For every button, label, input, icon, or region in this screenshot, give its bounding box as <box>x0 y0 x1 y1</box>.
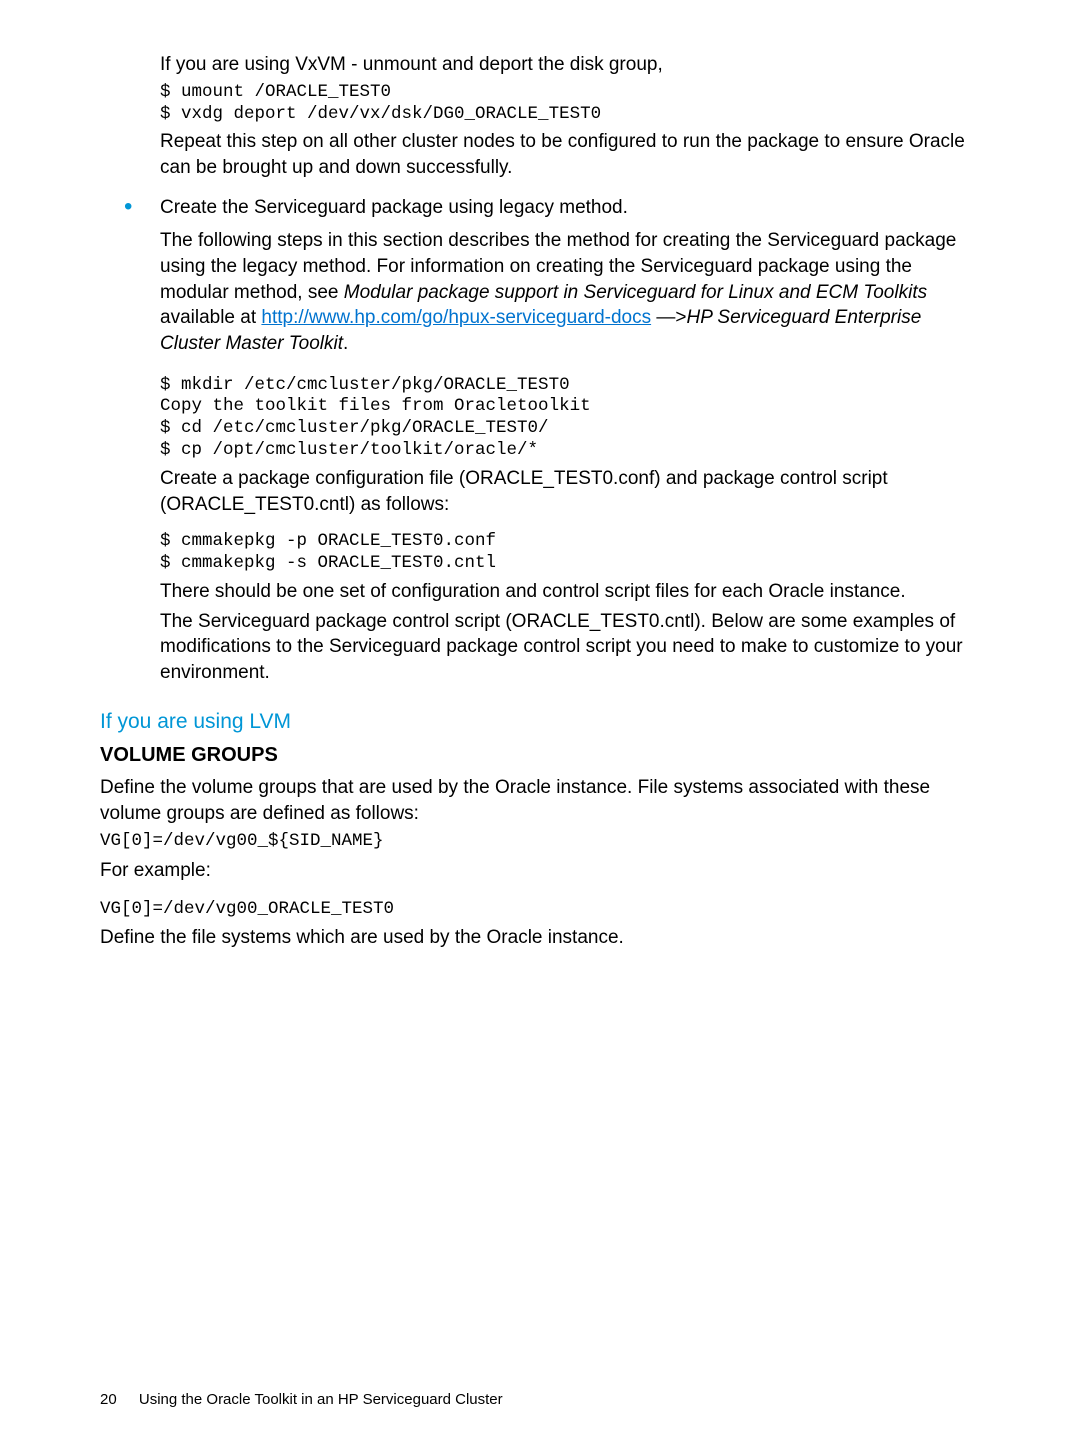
code-block-mkdir: $ mkdir /etc/cmcluster/pkg/ORACLE_TEST0 … <box>160 375 980 463</box>
text-arrow: —> <box>651 307 686 328</box>
page-footer: 20 Using the Oracle Toolkit in an HP Ser… <box>100 1390 503 1410</box>
text-post: . <box>343 333 348 354</box>
heading-lvm: If you are using LVM <box>100 708 980 736</box>
vxvm-intro-line: If you are using VxVM - unmount and depo… <box>160 52 980 78</box>
bullet-list: Create the Serviceguard package using le… <box>100 195 980 686</box>
code-vg0-sid: VG[0]=/dev/vg00_${SID_NAME} <box>100 830 980 854</box>
page-number: 20 <box>100 1390 117 1410</box>
top-indented-section: If you are using VxVM - unmount and depo… <box>160 52 980 181</box>
bullet-paragraph-intro: The following steps in this section desc… <box>160 228 980 356</box>
fs-define-paragraph: Define the file systems which are used b… <box>100 925 980 951</box>
for-example-label: For example: <box>100 858 980 884</box>
code-block-cmmakepkg: $ cmmakepkg -p ORACLE_TEST0.conf $ cmmak… <box>160 531 980 575</box>
emphasis-modular: Modular package support in Serviceguard … <box>344 282 927 303</box>
create-pkg-paragraph: Create a package configuration file (ORA… <box>160 466 980 517</box>
sg-pkg-paragraph: The Serviceguard package control script … <box>160 609 980 686</box>
text-mid: available at <box>160 307 261 328</box>
one-set-paragraph: There should be one set of configuration… <box>160 579 980 605</box>
bullet-title: Create the Serviceguard package using le… <box>160 195 980 221</box>
footer-title: Using the Oracle Toolkit in an HP Servic… <box>139 1391 503 1408</box>
code-block-umount: $ umount /ORACLE_TEST0 $ vxdg deport /de… <box>160 82 980 126</box>
heading-volume-groups: VOLUME GROUPS <box>100 742 980 769</box>
vg-define-paragraph: Define the volume groups that are used b… <box>100 775 980 826</box>
link-hp-docs[interactable]: http://www.hp.com/go/hpux-serviceguard-d… <box>261 307 651 328</box>
repeat-step-paragraph: Repeat this step on all other cluster no… <box>160 129 980 180</box>
code-vg0-oracle: VG[0]=/dev/vg00_ORACLE_TEST0 <box>100 898 980 922</box>
bullet-item-create-sg: Create the Serviceguard package using le… <box>100 195 980 686</box>
